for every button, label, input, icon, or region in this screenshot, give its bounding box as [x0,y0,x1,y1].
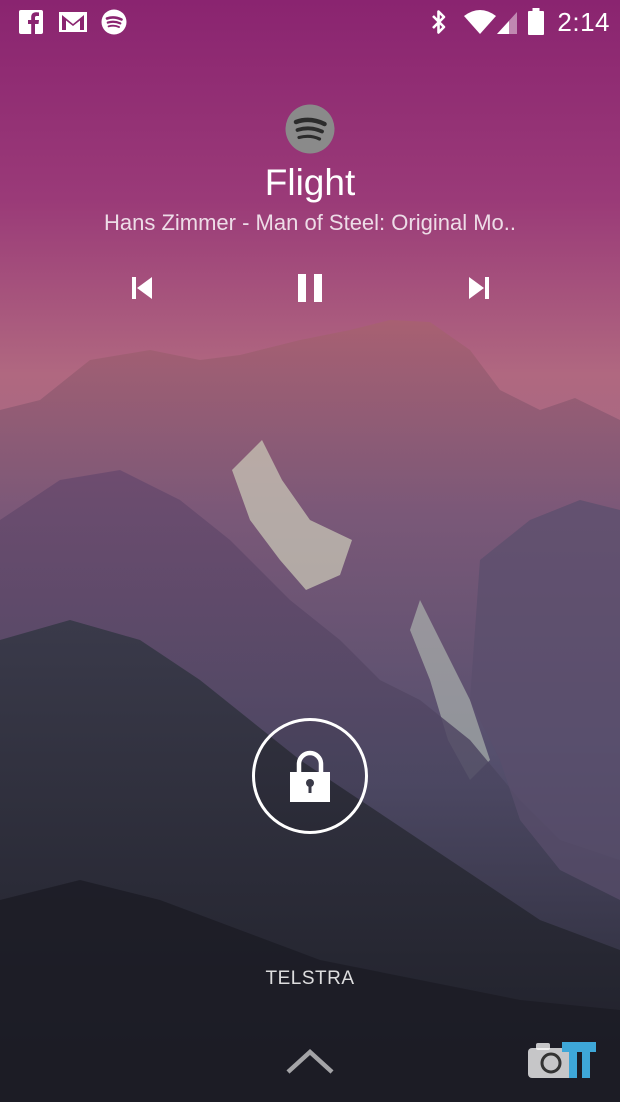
previous-button[interactable] [122,268,162,308]
pause-button[interactable] [290,268,330,308]
facebook-icon [18,9,44,35]
lock-screen: 2:14 Flight Hans Zimmer - Man of Steel: … [0,0,620,1102]
lock-icon [290,750,330,802]
track-title: Flight [264,162,356,203]
pause-icon [298,274,322,302]
track-artist-album: Hans Zimmer - Man of Steel: Original Mo.… [103,210,516,235]
chevron-up-icon [286,1048,334,1074]
carrier-label: TELSTRA [265,968,355,989]
unlock-button[interactable] [252,718,368,834]
status-bar: 2:14 [0,0,620,44]
previous-icon [132,277,152,299]
camera-icon [526,1040,598,1080]
bluetooth-icon [428,9,450,35]
next-icon [469,277,489,299]
status-clock: 2:14 [557,7,610,37]
signal-icon [494,9,520,35]
spotify-icon[interactable] [285,104,335,154]
swipe-up-handle[interactable] [285,1046,335,1076]
spotify-icon [100,9,128,35]
gmail-icon [58,9,88,35]
next-button[interactable] [459,268,499,308]
wifi-icon [462,9,498,35]
battery-icon [526,8,546,35]
